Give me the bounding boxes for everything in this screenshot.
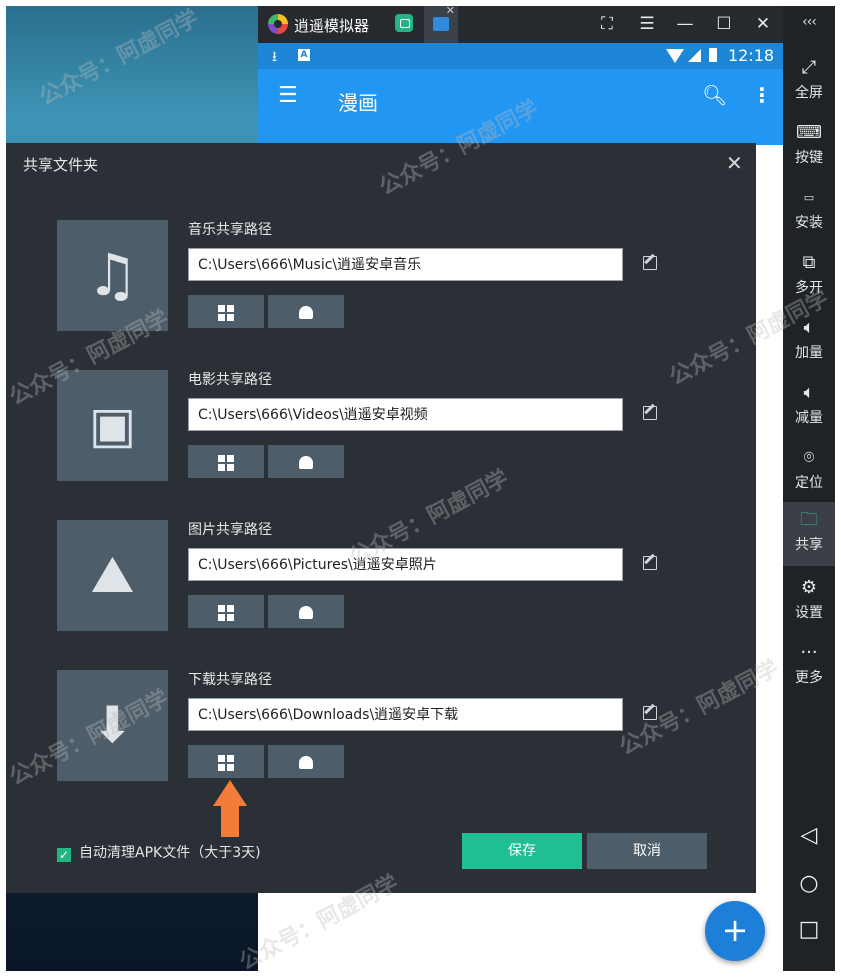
maximize-icon[interactable]: ☐ [713, 14, 735, 34]
download-folder-icon: ⬇ [91, 696, 134, 754]
sidebar-item-fullscreen[interactable]: ⤢ 全屏 [783, 50, 835, 112]
section-label: 音乐共享路径 [188, 222, 272, 238]
android-icon [299, 756, 313, 769]
folder-icon: 🗀 [800, 509, 818, 530]
music-share-section: ♫ 音乐共享路径 C:\Users\666\Music\逍遥安卓音乐 [6, 143, 756, 331]
app-tab[interactable]: ✕ [424, 4, 458, 43]
volume-down-icon: 🔈︎ [803, 382, 815, 403]
app-title: 漫画 [338, 91, 378, 115]
wifi-icon [666, 49, 684, 63]
apk-icon: ▭ [803, 191, 815, 204]
app-bar: ☰ 漫画 🔍︎ ⋮ [258, 69, 783, 145]
sidebar-item-volume-up[interactable]: 🔈︎ 加量 [783, 310, 835, 372]
download-tile: ⬇ [57, 670, 168, 781]
multi-instance-icon: ⧉ [802, 252, 816, 273]
sidebar-item-label: 设置 [795, 605, 823, 621]
keyboard-icon: ⌨ [796, 122, 822, 143]
overflow-menu-icon[interactable]: ⋮ [752, 83, 772, 107]
path-field[interactable]: C:\Users\666\Videos\逍遥安卓视频 [188, 398, 623, 431]
battery-icon [709, 48, 717, 62]
edit-icon[interactable] [643, 556, 657, 570]
sidebar-item-settings[interactable]: ⚙ 设置 [783, 570, 835, 632]
sidebar-item-label: 减量 [795, 410, 823, 426]
sidebar-item-label: 加量 [795, 345, 823, 361]
screenshot-icon[interactable]: ⛶ [596, 14, 618, 34]
sidebar-item-label: 多开 [795, 280, 823, 296]
window-title: 逍遥模拟器 [294, 17, 370, 35]
home-nav-icon[interactable]: ○ [783, 871, 835, 896]
edit-icon[interactable] [643, 706, 657, 720]
sidebar-item-multi[interactable]: ⧉ 多开 [783, 245, 835, 307]
checkbox-checked-icon[interactable]: ✓ [57, 848, 71, 862]
fullscreen-icon: ⤢ [801, 57, 817, 78]
sidebar-item-more[interactable]: ··· 更多 [783, 635, 835, 697]
add-fab-button[interactable]: + [705, 901, 765, 961]
signal-icon [688, 49, 701, 62]
download-icon: ⭳ [272, 49, 277, 65]
sidebar-item-location[interactable]: ⌾ 定位 [783, 440, 835, 502]
sidebar-item-share[interactable]: 🗀 共享 [783, 502, 835, 566]
minimize-icon[interactable]: — [674, 14, 696, 34]
section-label: 图片共享路径 [188, 522, 272, 538]
app-logo-icon [268, 14, 288, 34]
title-bar: 逍遥模拟器 ✕ ⛶ ☰ — ☐ ✕ [258, 4, 835, 43]
more-icon: ··· [800, 642, 818, 663]
status-time: 12:18 [728, 46, 775, 65]
tab-close-icon[interactable]: ✕ [446, 4, 455, 17]
gear-icon: ⚙ [800, 577, 818, 598]
hamburger-menu-icon[interactable]: ☰ [278, 83, 298, 108]
download-share-section: ⬇ 下载共享路径 C:\Users\666\Downloads\逍遥安卓下载 [6, 593, 756, 781]
annotation-arrow-stem [221, 805, 239, 837]
picture-share-section: ⛰ 图片共享路径 C:\Users\666\Pictures\逍遥安卓照片 [6, 443, 756, 631]
location-icon: ⌾ [803, 447, 815, 468]
path-field[interactable]: C:\Users\666\Pictures\逍遥安卓照片 [188, 548, 623, 581]
volume-up-icon: 🔈︎ [803, 317, 815, 338]
open-in-windows-button[interactable] [188, 745, 264, 778]
keyboard-a-icon: A [298, 49, 310, 61]
video-share-section: ▣ 电影共享路径 C:\Users\666\Videos\逍遥安卓视频 [6, 293, 756, 481]
sidebar-item-label: 共享 [795, 537, 823, 553]
auto-clean-label: 自动清理APK文件（大于3天) [79, 845, 261, 861]
sidebar-item-label: 全屏 [795, 85, 823, 101]
save-button[interactable]: 保存 [462, 833, 582, 869]
recent-apps-nav-icon[interactable]: □ [783, 917, 835, 942]
android-status-bar: ⭳ A 12:18 [258, 43, 783, 69]
back-nav-icon[interactable]: ◁ [783, 823, 835, 848]
sidebar-item-label: 更多 [795, 670, 823, 686]
open-in-android-button[interactable] [268, 745, 344, 778]
windows-icon [218, 754, 234, 771]
auto-clean-apk-option[interactable]: ✓ 自动清理APK文件（大于3天) [57, 842, 261, 862]
sidebar-item-label: 定位 [795, 475, 823, 491]
home-tab-icon[interactable] [395, 14, 413, 32]
app-tab-icon [433, 17, 449, 31]
collapse-sidebar-icon[interactable]: ‹‹‹ [783, 14, 835, 30]
edit-icon[interactable] [643, 406, 657, 420]
edit-icon[interactable] [643, 256, 657, 270]
path-field[interactable]: C:\Users\666\Music\逍遥安卓音乐 [188, 248, 623, 281]
cancel-button[interactable]: 取消 [587, 833, 707, 869]
section-label: 电影共享路径 [188, 372, 272, 388]
sidebar-item-label: 按键 [795, 150, 823, 166]
section-label: 下载共享路径 [188, 672, 272, 688]
annotation-arrow-icon [213, 780, 247, 806]
search-icon[interactable]: 🔍︎ [702, 83, 727, 107]
sidebar-item-label: 安装 [795, 215, 823, 231]
menu-icon[interactable]: ☰ [636, 14, 658, 34]
sidebar-item-install[interactable]: ▭ 安装 [783, 180, 835, 242]
sidebar-item-keyboard[interactable]: ⌨ 按键 [783, 115, 835, 177]
shared-folder-dialog: 共享文件夹 ✕ ♫ 音乐共享路径 C:\Users\666\Music\逍遥安卓… [6, 143, 756, 893]
path-field[interactable]: C:\Users\666\Downloads\逍遥安卓下载 [188, 698, 623, 731]
close-icon[interactable]: ✕ [752, 14, 774, 34]
emulator-sidebar: ‹‹‹ ⤢ 全屏 ⌨ 按键 ▭ 安装 ⧉ 多开 🔈︎ 加量 🔈︎ 减量 ⌾ 定位… [783, 6, 835, 971]
sidebar-item-volume-down[interactable]: 🔈︎ 减量 [783, 375, 835, 437]
